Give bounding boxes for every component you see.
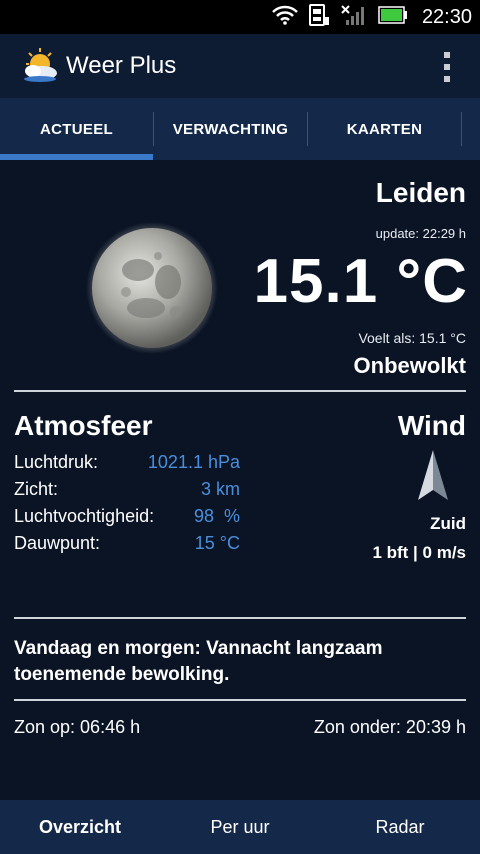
update-time: update: 22:29 h <box>375 226 466 241</box>
wind-direction-arrow-icon <box>416 448 450 502</box>
row-label: Luchtdruk: <box>14 452 99 472</box>
moon-icon <box>86 222 218 354</box>
clock: 22:30 <box>421 5 472 28</box>
row-label: Luchtvochtigheid: <box>14 506 155 526</box>
divider <box>14 699 466 701</box>
tab-label: ACTUEEL <box>40 120 113 138</box>
atmosphere-row-pressure: Luchtdruk: 1021.1 hPa <box>14 452 244 478</box>
app-title: Weer Plus <box>66 52 177 79</box>
atmosphere-title: Atmosfeer <box>14 410 153 441</box>
nav-radar[interactable]: Radar <box>320 800 480 854</box>
sunrise-time: Zon op: 06:46 h <box>14 717 141 737</box>
status-bar: 22:30 <box>0 0 480 34</box>
no-signal-icon <box>340 4 368 31</box>
wind-direction: Zuid <box>430 514 466 533</box>
feels-like: Voelt als: 15.1 °C <box>358 330 466 346</box>
nav-label: Radar <box>375 816 425 837</box>
wind-title: Wind <box>397 410 466 441</box>
sim-card-icon <box>308 3 330 32</box>
tab-bar: ACTUEEL VERWACHTING KAARTEN <box>0 98 480 160</box>
divider <box>14 390 466 392</box>
tab-divider <box>461 112 462 146</box>
wifi-icon <box>272 5 298 30</box>
tab-actueel[interactable]: ACTUEEL <box>0 98 153 160</box>
row-value: 98 % <box>193 506 240 526</box>
overflow-menu-icon[interactable] <box>442 52 452 82</box>
nav-per-uur[interactable]: Per uur <box>160 800 320 854</box>
nav-overzicht[interactable]: Overzicht <box>0 800 160 854</box>
atmosphere-row-humidity: Luchtvochtigheid: 98 % <box>14 506 244 532</box>
tab-verwachting[interactable]: VERWACHTING <box>154 98 307 160</box>
tab-label: VERWACHTING <box>172 120 289 138</box>
row-value: 3 km <box>200 479 240 499</box>
sunset-time: Zon onder: 20:39 h <box>313 717 466 737</box>
wind-speed: 1 bft | 0 m/s <box>372 543 466 562</box>
city-name: Leiden <box>375 177 466 208</box>
row-value: 15 °C <box>194 533 240 553</box>
bottom-navigation: Overzicht Per uur Radar <box>0 800 480 854</box>
forecast-text: Vandaag en morgen: Vannacht langzaam toe… <box>14 638 383 685</box>
nav-label: Per uur <box>210 816 270 837</box>
current-temperature: 15.1 °C <box>253 247 468 316</box>
atmosphere-row-visibility: Zicht: 3 km <box>14 479 244 505</box>
nav-label: Overzicht <box>38 816 122 837</box>
weather-condition: Onbewolkt <box>353 353 466 378</box>
row-label: Zicht: <box>14 479 59 499</box>
app-bar: Weer Plus <box>0 34 480 98</box>
battery-icon <box>378 5 408 29</box>
atmosphere-row-dewpoint: Dauwpunt: 15 °C <box>14 533 244 559</box>
row-label: Dauwpunt: <box>14 533 101 553</box>
tab-kaarten[interactable]: KAARTEN <box>308 98 461 160</box>
row-value: 1021.1 hPa <box>147 452 240 472</box>
divider <box>14 617 466 619</box>
app-logo-icon[interactable] <box>20 46 60 86</box>
tab-label: KAARTEN <box>346 120 423 138</box>
